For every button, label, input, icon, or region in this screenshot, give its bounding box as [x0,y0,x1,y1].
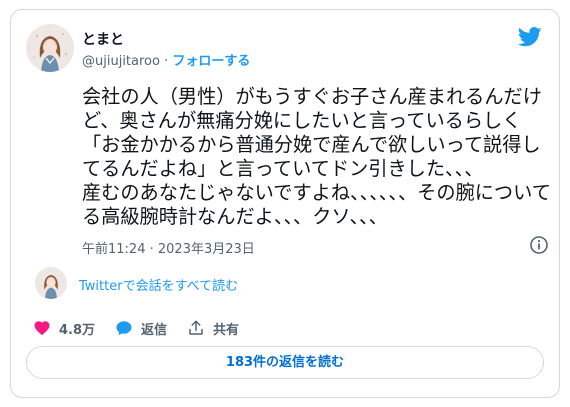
read-conversation-link[interactable]: Twitterで会話をすべて読む [79,275,238,294]
user-avatar[interactable] [26,24,74,72]
tweet-date[interactable]: 2023年3月23日 [158,242,255,257]
likes-count: 4.8万 [59,322,96,338]
follow-button[interactable]: フォローする [172,54,250,69]
share-icon [189,320,203,335]
user-handle[interactable]: @ujiujitaroo [82,54,160,69]
tweet-card: とまと @ujiujitaroo · フォローする 会社の人（男性）がもうすぐお… [10,9,560,398]
separator-dot: · [164,54,169,69]
share-button[interactable]: 共有 [187,319,239,338]
tweet-time[interactable]: 午前11:24 [82,242,145,257]
avatar-illustration [35,267,67,299]
tweet-text: 会社の人（男性）がもうすぐお子さん産まれるんだけど、奥さんが無痛分娩にしたいと言… [82,85,551,228]
conversation-avatar[interactable] [35,267,67,299]
share-label: 共有 [213,322,240,338]
avatar-illustration [26,24,74,72]
info-icon[interactable] [529,235,549,255]
reply-button[interactable]: 返信 [115,319,167,338]
action-bar: 4.8万 返信 共有 [33,318,259,338]
display-name[interactable]: とまと [82,29,124,49]
timestamp-dot: · [149,242,154,257]
reply-label: 返信 [141,322,168,338]
tweet-timestamp[interactable]: 午前11:24 · 2023年3月23日 [82,238,255,257]
heart-icon [34,321,50,336]
twitter-bird-icon[interactable] [518,27,542,47]
reply-bubble-icon [116,321,132,336]
handle-line: @ujiujitaroo · フォローする [82,50,250,69]
read-replies-button[interactable]: 183件の返信を読む [26,346,544,379]
like-button[interactable]: 4.8万 [33,319,95,338]
